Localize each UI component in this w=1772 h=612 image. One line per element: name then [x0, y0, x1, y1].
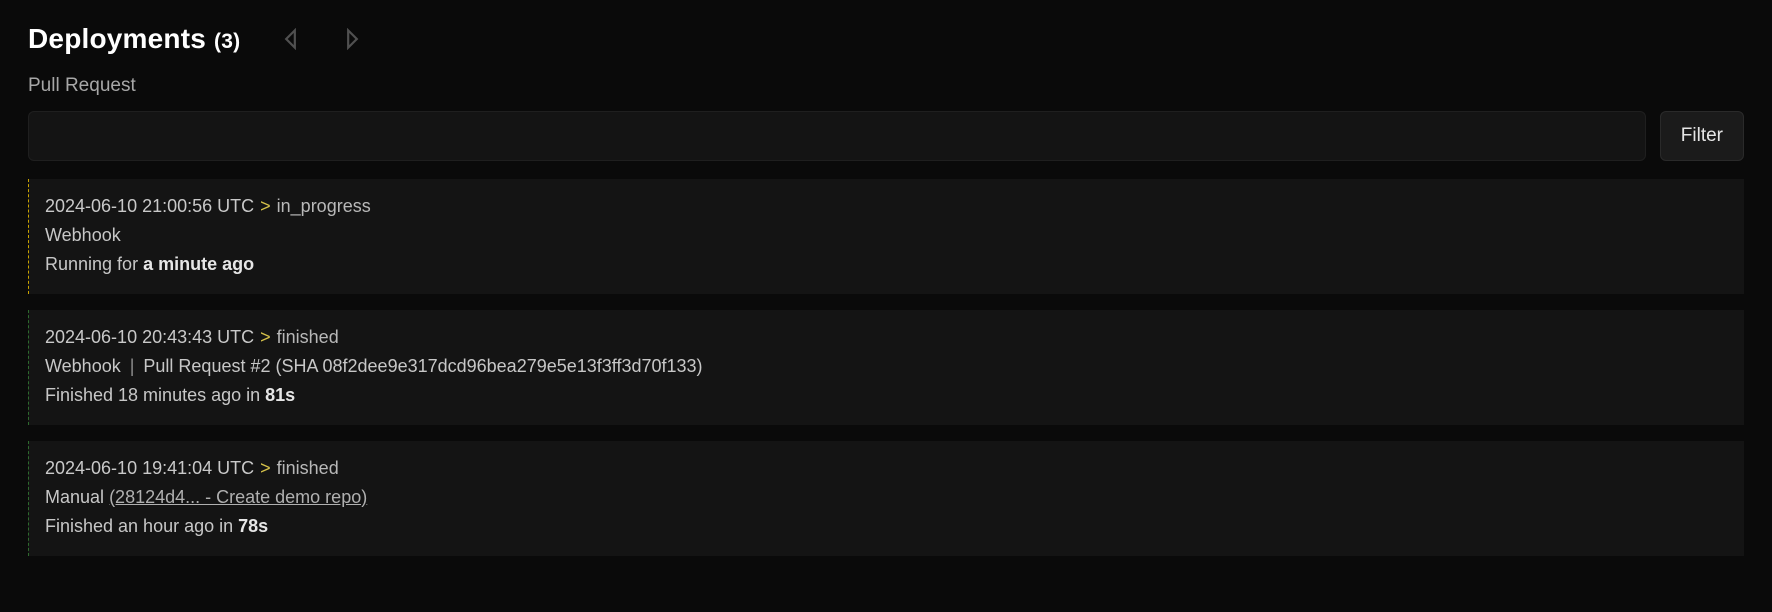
next-page-icon[interactable] — [346, 28, 364, 50]
duration-prefix: Finished an hour ago in — [45, 516, 238, 536]
deployment-duration-row: Finished an hour ago in 78s — [45, 513, 1728, 540]
duration-value: 78s — [238, 516, 268, 536]
deployment-header-row: 2024-06-10 20:43:43 UTC>finished — [45, 324, 1728, 351]
filter-button[interactable]: Filter — [1660, 111, 1744, 161]
deployment-card[interactable]: 2024-06-10 20:43:43 UTC>finishedWebhook … — [28, 310, 1744, 425]
pull-request-info: Pull Request #2 (SHA 08f2dee9e317dcd96be… — [143, 356, 702, 376]
title-count: (3) — [214, 30, 240, 53]
chevron-right-icon: > — [254, 458, 277, 478]
chevron-right-icon: > — [254, 196, 277, 216]
deployment-trigger-row: Manual (28124d4... - Create demo repo) — [45, 484, 1728, 511]
deployment-timestamp: 2024-06-10 21:00:56 UTC — [45, 196, 254, 216]
deployments-list: 2024-06-10 21:00:56 UTC>in_progressWebho… — [28, 179, 1744, 556]
duration-value: 81s — [265, 385, 295, 405]
chevron-right-icon: > — [254, 327, 277, 347]
deployment-trigger-row: Webhook — [45, 222, 1728, 249]
deployment-trigger: Manual — [45, 487, 104, 507]
deployment-header-row: 2024-06-10 21:00:56 UTC>in_progress — [45, 193, 1728, 220]
commit-link[interactable]: (28124d4... - Create demo repo) — [109, 487, 367, 507]
duration-value: a minute ago — [143, 254, 254, 274]
deployment-header-row: 2024-06-10 19:41:04 UTC>finished — [45, 455, 1728, 482]
deployment-trigger: Webhook — [45, 225, 121, 245]
deployment-duration-row: Finished 18 minutes ago in 81s — [45, 382, 1728, 409]
deployment-state: in_progress — [277, 196, 371, 216]
deployment-state: finished — [277, 458, 339, 478]
deployment-card[interactable]: 2024-06-10 21:00:56 UTC>in_progress Webho… — [28, 179, 1744, 294]
deployment-trigger-row: Webhook | Pull Request #2 (SHA 08f2dee9e… — [45, 353, 1728, 380]
deployment-duration-row: Running for a minute ago — [45, 251, 1728, 278]
deployment-trigger: Webhook — [45, 356, 121, 376]
prev-page-icon[interactable] — [284, 28, 302, 50]
deployment-state: finished — [277, 327, 339, 347]
filter-label: Pull Request — [28, 72, 1744, 101]
duration-prefix: Finished 18 minutes ago in — [45, 385, 265, 405]
duration-prefix: Running for — [45, 254, 143, 274]
title-text: Deployments — [28, 23, 206, 54]
deployment-timestamp: 2024-06-10 20:43:43 UTC — [45, 327, 254, 347]
page-title: Deployments (3) — [28, 18, 240, 60]
deployment-timestamp: 2024-06-10 19:41:04 UTC — [45, 458, 254, 478]
deployment-card[interactable]: 2024-06-10 19:41:04 UTC>finishedManual (… — [28, 441, 1744, 556]
separator: | — [121, 356, 144, 376]
filter-input[interactable] — [28, 111, 1646, 161]
